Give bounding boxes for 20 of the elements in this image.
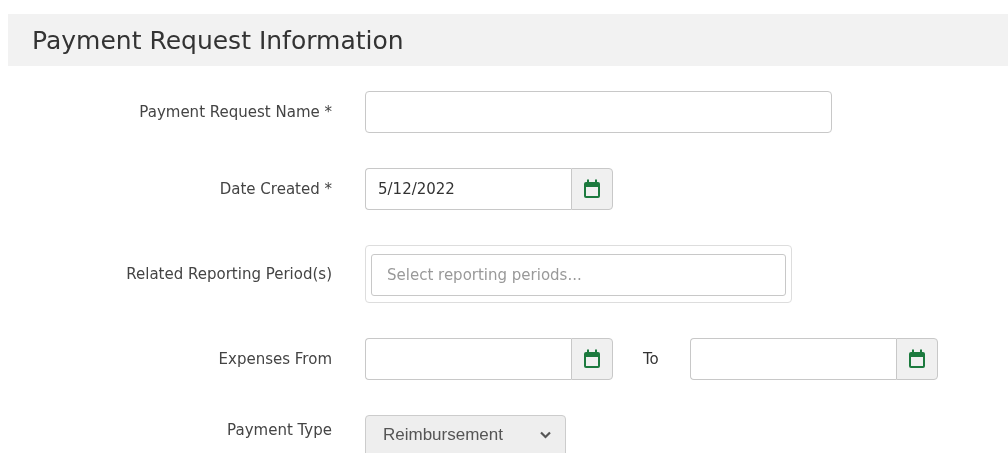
field-label: Related Reporting Period(s): [125, 265, 332, 283]
field-label: Payment Type: [226, 421, 332, 439]
text-field[interactable]: [365, 91, 832, 133]
calendar-icon: [583, 349, 601, 369]
reporting-period-field[interactable]: Select reporting periods...: [371, 254, 786, 296]
field-label: Date Created *: [218, 180, 332, 198]
date-field[interactable]: [689, 338, 896, 380]
date-field[interactable]: 5/12/2022: [365, 168, 571, 210]
calendar-icon: [907, 349, 926, 369]
payment-type-dropdown[interactable]: Reimbursement: [365, 415, 566, 453]
range-separator: To: [643, 350, 659, 368]
calendar-button[interactable]: [571, 338, 613, 380]
calendar-icon: [583, 179, 601, 199]
section-title: Payment Request Information: [32, 25, 404, 55]
date-field[interactable]: [365, 338, 571, 380]
field-label: Expenses From: [217, 350, 332, 368]
calendar-button[interactable]: [571, 168, 613, 210]
calendar-button[interactable]: [895, 338, 938, 380]
field-label: Payment Request Name *: [138, 103, 332, 121]
chevron-icon: [540, 431, 551, 439]
